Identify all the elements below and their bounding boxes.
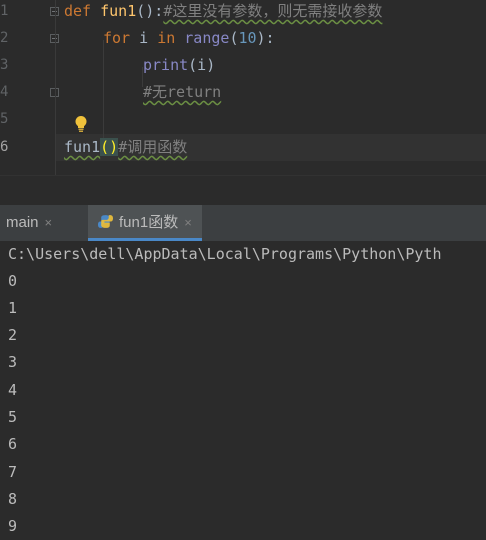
code-editor[interactable]: 1 2 3 4 5 6 def fun1():#这里没有参数，则无需接收参数 f…	[0, 0, 486, 175]
function-call: fun1	[64, 138, 101, 156]
matched-parens: ()	[100, 138, 119, 156]
line-number: 3	[0, 57, 9, 73]
panel-divider[interactable]	[0, 175, 486, 206]
console-output-line: 1	[8, 299, 18, 317]
run-tab-bar: main × fun1函数 ×	[0, 205, 486, 241]
loop-variable: i	[139, 29, 149, 47]
comment: #这里没有参数，则无需接收参数	[163, 2, 383, 20]
keyword-for: for	[103, 29, 131, 47]
console-output-line: 8	[8, 490, 18, 508]
console-output-line: 2	[8, 326, 18, 344]
tab-label: main	[6, 214, 39, 231]
print-args: (i)	[188, 56, 216, 74]
number-literal: 10	[238, 29, 257, 47]
tab-main[interactable]: main ×	[0, 205, 68, 241]
console-output-line: 0	[8, 272, 18, 290]
run-console[interactable]: C:\Users\dell\AppData\Local\Programs\Pyt…	[0, 241, 486, 540]
console-output-line: 4	[8, 381, 18, 399]
console-output-line: 6	[8, 435, 18, 453]
python-icon	[98, 215, 113, 228]
keyword-def: def	[64, 2, 92, 20]
code-line-3[interactable]: print(i)	[143, 52, 215, 79]
close-icon[interactable]: ×	[184, 215, 192, 230]
indent-guide	[103, 40, 104, 140]
close-paren: ):	[256, 29, 275, 47]
console-output-line: 7	[8, 463, 18, 481]
lightbulb-icon[interactable]	[74, 115, 88, 133]
code-line-1[interactable]: def fun1():#这里没有参数，则无需接收参数	[64, 0, 382, 25]
console-output-line: 5	[8, 408, 18, 426]
tab-fun1[interactable]: fun1函数 ×	[88, 205, 202, 241]
builtin-print: print	[143, 56, 189, 74]
editor-gutter: 1 2 3 4 5 6	[0, 0, 59, 175]
line-number: 5	[0, 111, 9, 127]
function-name: fun1	[100, 2, 137, 20]
comment: #调用函数	[118, 138, 188, 156]
keyword-in: in	[157, 29, 176, 47]
tab-label: fun1函数	[119, 214, 179, 231]
line-number: 2	[0, 30, 9, 46]
code-line-6[interactable]: fun1()#调用函数	[64, 134, 187, 161]
close-icon[interactable]: ×	[45, 215, 53, 230]
builtin-range: range	[184, 29, 230, 47]
code-line-2[interactable]: for i in range(10):	[103, 25, 275, 52]
line-number: 6	[0, 139, 9, 155]
console-output-line: 9	[8, 517, 18, 535]
comment: #无return	[143, 83, 222, 101]
console-command-line: C:\Users\dell\AppData\Local\Programs\Pyt…	[8, 245, 442, 263]
console-output-line: 3	[8, 353, 18, 371]
line-number: 1	[0, 3, 9, 19]
parens: ():	[136, 2, 164, 20]
code-line-4[interactable]: #无return	[143, 79, 221, 106]
line-number: 4	[0, 84, 9, 100]
